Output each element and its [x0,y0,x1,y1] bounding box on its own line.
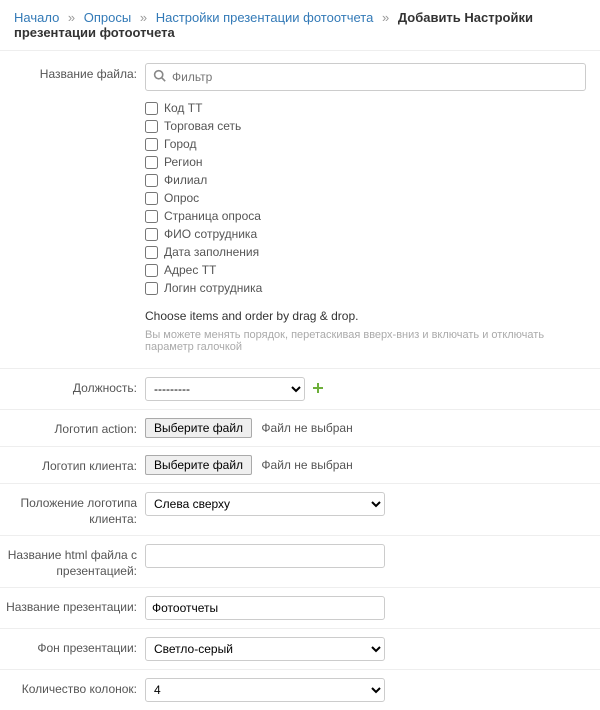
breadcrumb-sep: » [135,10,152,25]
list-item[interactable]: Город [145,135,586,153]
list-item[interactable]: Дата заполнения [145,243,586,261]
filename-filter-input[interactable] [145,63,586,91]
pres-name-label: Название презентации: [0,596,145,616]
checkbox[interactable] [145,120,158,133]
list-item[interactable]: Страница опроса [145,207,586,225]
bg-select[interactable]: Светло-серый [145,637,385,661]
action-logo-file-button[interactable]: Выберите файл [145,418,252,438]
form: Название файла: Код ТТ Торговая сеть Гор… [0,50,600,710]
action-logo-label: Логотип action: [0,418,145,438]
list-item[interactable]: Логин сотрудника [145,279,586,297]
cols-label: Количество колонок: [0,678,145,698]
option-label: Опрос [164,191,199,205]
breadcrumb: Начало » Опросы » Настройки презентации … [0,0,600,50]
list-item[interactable]: Регион [145,153,586,171]
option-label: Регион [164,155,203,169]
drag-drop-hint: Вы можете менять порядок, перетаскивая в… [145,329,586,353]
option-label: Адрес ТТ [164,263,216,277]
action-logo-file-status: Файл не выбран [261,421,352,435]
checkbox[interactable] [145,228,158,241]
option-label: Страница опроса [164,209,261,223]
checkbox[interactable] [145,138,158,151]
client-logo-file-button[interactable]: Выберите файл [145,455,252,475]
list-item[interactable]: Торговая сеть [145,117,586,135]
checkbox[interactable] [145,174,158,187]
position-label: Должность: [0,377,145,397]
filename-label: Название файла: [0,63,145,83]
breadcrumb-link-surveys[interactable]: Опросы [84,10,131,25]
pres-name-input[interactable] [145,596,385,620]
option-label: ФИО сотрудника [164,227,257,241]
client-logo-label: Логотип клиента: [0,455,145,475]
html-name-label: Название html файла с презентацией: [0,544,145,579]
add-related-icon[interactable] [312,382,324,397]
filename-options-list: Код ТТ Торговая сеть Город Регион Филиал… [145,99,586,297]
bg-label: Фон презентации: [0,637,145,657]
breadcrumb-link-settings[interactable]: Настройки презентации фотоотчета [156,10,374,25]
html-name-input[interactable] [145,544,385,568]
option-label: Филиал [164,173,207,187]
option-label: Дата заполнения [164,245,259,259]
checkbox[interactable] [145,102,158,115]
list-item[interactable]: ФИО сотрудника [145,225,586,243]
checkbox[interactable] [145,246,158,259]
option-label: Логин сотрудника [164,281,262,295]
checkbox[interactable] [145,282,158,295]
checkbox[interactable] [145,156,158,169]
position-select[interactable]: --------- [145,377,305,401]
client-logo-pos-select[interactable]: Слева сверху [145,492,385,516]
list-item[interactable]: Адрес ТТ [145,261,586,279]
breadcrumb-sep: » [377,10,394,25]
checkbox[interactable] [145,192,158,205]
breadcrumb-link-home[interactable]: Начало [14,10,59,25]
option-label: Город [164,137,196,151]
list-item[interactable]: Опрос [145,189,586,207]
list-item[interactable]: Код ТТ [145,99,586,117]
breadcrumb-sep: » [63,10,80,25]
client-logo-pos-label: Положение логотипа клиента: [0,492,145,527]
cols-select[interactable]: 4 [145,678,385,702]
client-logo-file-status: Файл не выбран [261,458,352,472]
checkbox[interactable] [145,210,158,223]
option-label: Торговая сеть [164,119,241,133]
checkbox[interactable] [145,264,158,277]
drag-drop-note: Choose items and order by drag & drop. [145,309,586,323]
list-item[interactable]: Филиал [145,171,586,189]
option-label: Код ТТ [164,101,202,115]
